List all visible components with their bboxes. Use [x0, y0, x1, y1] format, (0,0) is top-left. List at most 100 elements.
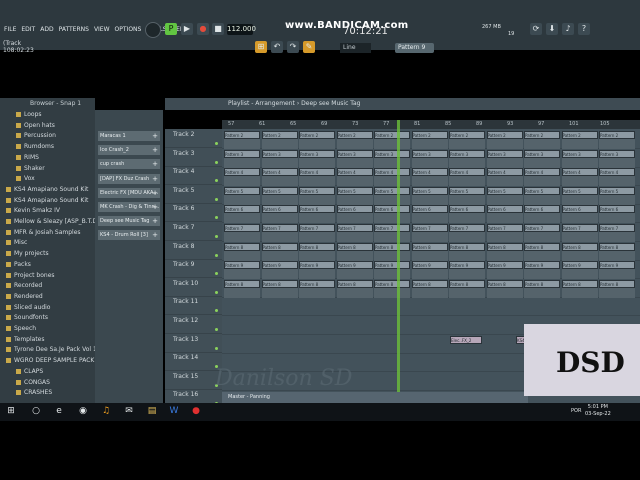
pattern-clip[interactable]: Pattern 9	[224, 261, 260, 270]
pattern-clip[interactable]: Pattern 8	[299, 242, 335, 251]
pattern-clip[interactable]: Pattern 4	[449, 168, 485, 177]
channel-button[interactable]: KS4 - Drum Roll [3] +	[98, 230, 160, 241]
pattern-clip[interactable]: Pattern 4	[299, 168, 335, 177]
pattern-clip[interactable]: Pattern 6	[449, 205, 485, 214]
edge-icon[interactable]: e	[53, 405, 65, 417]
pattern-clip[interactable]: Pattern 4	[561, 168, 598, 177]
pattern-clip[interactable]: Pattern 8	[524, 279, 560, 288]
browser-item[interactable]: Misc	[0, 238, 101, 248]
pattern-clip[interactable]: Pattern 7	[449, 224, 485, 232]
search-icon[interactable]: ○	[30, 405, 42, 417]
browser-item[interactable]: Sliced audio	[0, 303, 101, 313]
track-mute-led[interactable]	[215, 290, 218, 294]
play-icon[interactable]: ▶	[181, 23, 193, 35]
pattern-clip[interactable]: Pattern 2	[299, 131, 335, 139]
track-header[interactable]: Track 7	[165, 222, 222, 241]
pattern-clip[interactable]: Pattern 8	[486, 242, 523, 251]
pattern-clip[interactable]: Pattern 6	[486, 205, 523, 214]
pattern-clip[interactable]: Pattern 5	[411, 186, 448, 195]
pattern-clip[interactable]: Pattern 4	[486, 168, 523, 177]
pattern-clip[interactable]: Pattern 9	[486, 261, 523, 270]
playhead[interactable]	[397, 120, 400, 403]
browser-item[interactable]: WGRO DEEP SAMPLE PACK	[0, 356, 101, 366]
pattern-clip[interactable]: Pattern 3	[411, 149, 448, 158]
track-mute-led[interactable]	[215, 346, 218, 350]
track-header[interactable]: Track 2	[165, 129, 222, 148]
pattern-clip[interactable]: Pattern 7	[486, 224, 523, 232]
add-icon[interactable]: +	[152, 131, 158, 141]
browser-item[interactable]: Templates	[0, 335, 101, 345]
pattern-clip[interactable]: Pattern 6	[411, 205, 448, 214]
pattern-clip[interactable]: Pattern 5	[261, 186, 298, 195]
pattern-clip[interactable]: Pattern 6	[524, 205, 560, 214]
track-mute-led[interactable]	[215, 272, 218, 276]
pattern-clip[interactable]: Pattern 4	[599, 168, 635, 177]
pattern-clip[interactable]: Pattern 9	[561, 261, 598, 270]
browser-item[interactable]: Mellow & Sleazy [ASP_B.T.D]	[0, 217, 101, 227]
pattern-clip[interactable]: Pattern 7	[261, 224, 298, 232]
snap-select[interactable]: Line	[340, 43, 371, 53]
pattern-clip[interactable]: Pattern 8	[561, 279, 598, 288]
pattern-clip[interactable]: Pattern 6	[299, 205, 335, 214]
undo-icon[interactable]: ↶	[271, 41, 283, 53]
track-mute-led[interactable]	[215, 309, 218, 313]
track-mute-led[interactable]	[215, 235, 218, 238]
pattern-clip[interactable]: Pattern 3	[524, 149, 560, 158]
pattern-clip[interactable]: Pattern 5	[449, 186, 485, 195]
pattern-clip[interactable]: Pattern 8	[411, 279, 448, 288]
browser-item[interactable]: KS4 Amapiano Sound Kit	[0, 185, 101, 195]
track-header[interactable]: Track 5	[165, 185, 222, 204]
pattern-clip[interactable]: Pattern 8	[336, 279, 373, 288]
pattern-clip[interactable]: Pattern 2	[336, 131, 373, 139]
pattern-clip[interactable]: Pattern 9	[599, 261, 635, 270]
pattern-clip[interactable]: Pattern 7	[336, 224, 373, 232]
pattern-clip[interactable]: Pattern 6	[599, 205, 635, 214]
pattern-clip[interactable]: Pattern 6	[261, 205, 298, 214]
pattern-clip[interactable]: Pattern 5	[374, 186, 410, 195]
browser-item[interactable]: Rendered	[0, 292, 101, 302]
menu-item-add[interactable]: ADD	[39, 26, 54, 33]
track-header[interactable]: Track 10	[165, 278, 222, 297]
browser-item[interactable]: MFR & Josiah Samples	[0, 228, 101, 238]
channel-button[interactable]: Deep see Music Tag +	[98, 216, 160, 227]
stop-icon[interactable]: ■	[212, 23, 224, 35]
pattern-clip[interactable]: Pattern 3	[486, 149, 523, 158]
pattern-song-toggle[interactable]: P	[165, 23, 177, 35]
channel-button[interactable]: [DAP] FX Duz Crash +	[98, 173, 160, 184]
pattern-clip[interactable]: Pattern 3	[599, 149, 635, 158]
track-header[interactable]: Track 9	[165, 259, 222, 279]
channel-button[interactable]: Maracas 1 +	[98, 131, 160, 141]
mail-icon[interactable]: ✉	[123, 405, 135, 417]
track-header[interactable]: Track 12	[165, 315, 222, 334]
pattern-clip[interactable]: Pattern 2	[599, 131, 635, 139]
metronome-knob[interactable]	[145, 22, 161, 38]
pattern-clip[interactable]: Pattern 7	[224, 224, 260, 232]
cpu-icon[interactable]: ⟳	[530, 23, 542, 35]
pattern-clip[interactable]: Pattern 3	[561, 149, 598, 158]
pattern-clip[interactable]: Pattern 5	[224, 186, 260, 195]
pattern-clip[interactable]: Pattern 6	[224, 205, 260, 214]
add-icon[interactable]: +	[152, 216, 158, 226]
pattern-clip[interactable]: Pattern 8	[449, 279, 485, 288]
channel-button[interactable]: cup crash +	[98, 159, 160, 170]
track-header[interactable]: Track 3	[165, 148, 222, 167]
menu-item-patterns[interactable]: PATTERNS	[58, 26, 90, 33]
windows-start-icon[interactable]: ⊞	[5, 405, 17, 417]
pattern-clip[interactable]: Pattern 4	[524, 168, 560, 177]
track-mute-led[interactable]	[215, 142, 218, 145]
track-mute-led[interactable]	[215, 160, 218, 164]
pattern-clip[interactable]: Pattern 8	[261, 279, 298, 288]
pattern-clip[interactable]: Pattern 7	[411, 224, 448, 232]
pattern-clip[interactable]: Pattern 8	[224, 242, 260, 251]
pattern-clip[interactable]: Pattern 4	[411, 168, 448, 177]
browser-item[interactable]: Project bones	[0, 271, 101, 281]
mic-icon[interactable]: ♪	[562, 23, 574, 35]
pattern-clip[interactable]: Pattern 9	[449, 261, 485, 270]
pattern-clip[interactable]: Pattern 7	[299, 224, 335, 232]
pattern-clip[interactable]: Pattern 6	[561, 205, 598, 214]
menu-item-file[interactable]: FILE	[3, 26, 17, 33]
browser-item[interactable]: Packs	[0, 260, 101, 270]
pattern-clip[interactable]: Pattern 9	[524, 261, 560, 270]
pattern-clip[interactable]: Pattern 8	[449, 242, 485, 251]
pattern-clip[interactable]: Pattern 2	[374, 131, 410, 139]
